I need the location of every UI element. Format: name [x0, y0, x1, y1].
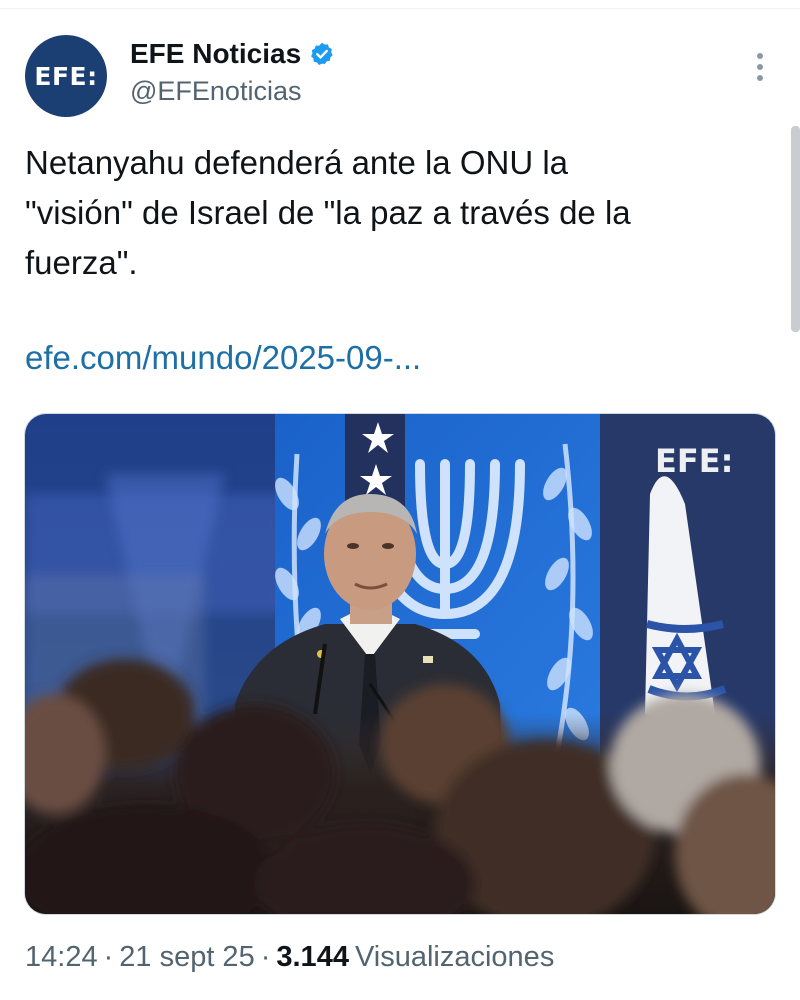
media-watermark: EFE:	[655, 442, 733, 480]
display-name[interactable]: EFE Noticias	[130, 38, 301, 70]
verified-badge-icon[interactable]	[309, 41, 335, 67]
tweet-time[interactable]: 14:24	[25, 941, 98, 974]
tweet-text: Netanyahu defenderá ante la ONU la "visi…	[25, 144, 631, 281]
account-name-row: EFE Noticias	[130, 38, 335, 70]
account-handle[interactable]: @EFEnoticias	[130, 76, 301, 107]
tweet-date[interactable]: 21 sept 25	[119, 941, 254, 974]
more-options-icon[interactable]	[748, 50, 772, 86]
tweet-media-photo[interactable]: EFE:	[24, 413, 776, 915]
tweet-meta: 14:24 · 21 sept 25 · 3.144 Visualizacion…	[25, 941, 554, 974]
meta-separator: ·	[103, 941, 114, 973]
meta-separator: ·	[260, 941, 271, 973]
avatar-logo-text: EFE:	[34, 61, 98, 91]
scrollbar[interactable]	[791, 126, 800, 332]
avatar[interactable]: EFE:	[25, 35, 107, 117]
tweet-link[interactable]: efe.com/mundo/2025-09-...	[25, 333, 421, 383]
views-label: Visualizaciones	[354, 941, 555, 973]
top-divider	[0, 8, 800, 9]
views-count: 3.144	[276, 941, 349, 973]
